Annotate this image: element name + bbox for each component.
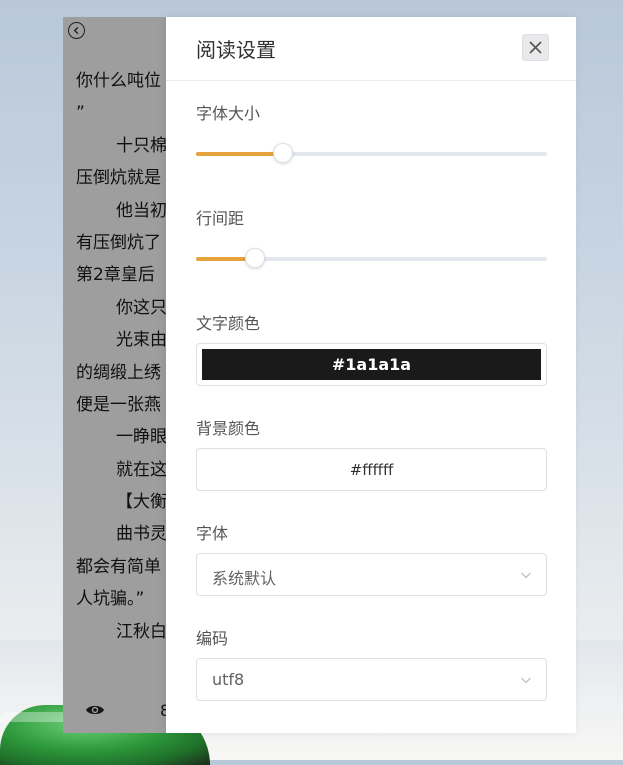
panel-title: 阅读设置 xyxy=(196,38,276,62)
chevron-down-icon xyxy=(521,572,531,579)
slider-handle[interactable] xyxy=(244,248,265,268)
encoding-field: 编码 utf8 xyxy=(196,625,547,701)
text-color-picker[interactable]: #1a1a1a xyxy=(196,343,547,386)
bg-color-value: #ffffff xyxy=(349,460,394,479)
text-color-label: 文字颜色 xyxy=(196,314,261,333)
font-size-slider[interactable] xyxy=(196,143,547,164)
text-color-swatch: #1a1a1a xyxy=(202,349,541,380)
reading-settings-panel: 阅读设置 字体大小 行间距 文字颜色 #1a1a1a 背景颜色 #ffffff … xyxy=(166,17,576,733)
slider-handle[interactable] xyxy=(272,143,293,163)
encoding-select-value: utf8 xyxy=(212,670,245,689)
line-spacing-label: 行间距 xyxy=(196,209,245,228)
line-spacing-field: 行间距 xyxy=(196,205,547,268)
line-spacing-slider[interactable] xyxy=(196,248,547,269)
close-icon xyxy=(529,41,542,54)
font-size-field: 字体大小 xyxy=(196,100,547,163)
slider-fill xyxy=(196,152,284,156)
encoding-select[interactable]: utf8 xyxy=(196,658,547,701)
panel-header: 阅读设置 xyxy=(166,17,576,81)
font-field: 字体 系统默认 xyxy=(196,520,547,596)
font-select[interactable]: 系统默认 xyxy=(196,553,547,596)
close-button[interactable] xyxy=(522,34,549,61)
text-color-field: 文字颜色 #1a1a1a xyxy=(196,310,547,386)
font-size-label: 字体大小 xyxy=(196,104,261,123)
encoding-label: 编码 xyxy=(196,629,229,648)
bg-color-label: 背景颜色 xyxy=(196,419,261,438)
bg-color-picker[interactable]: #ffffff xyxy=(196,448,547,491)
bg-color-field: 背景颜色 #ffffff xyxy=(196,415,547,491)
font-label: 字体 xyxy=(196,524,229,543)
font-select-value: 系统默认 xyxy=(212,569,277,588)
chevron-down-icon xyxy=(521,677,531,684)
